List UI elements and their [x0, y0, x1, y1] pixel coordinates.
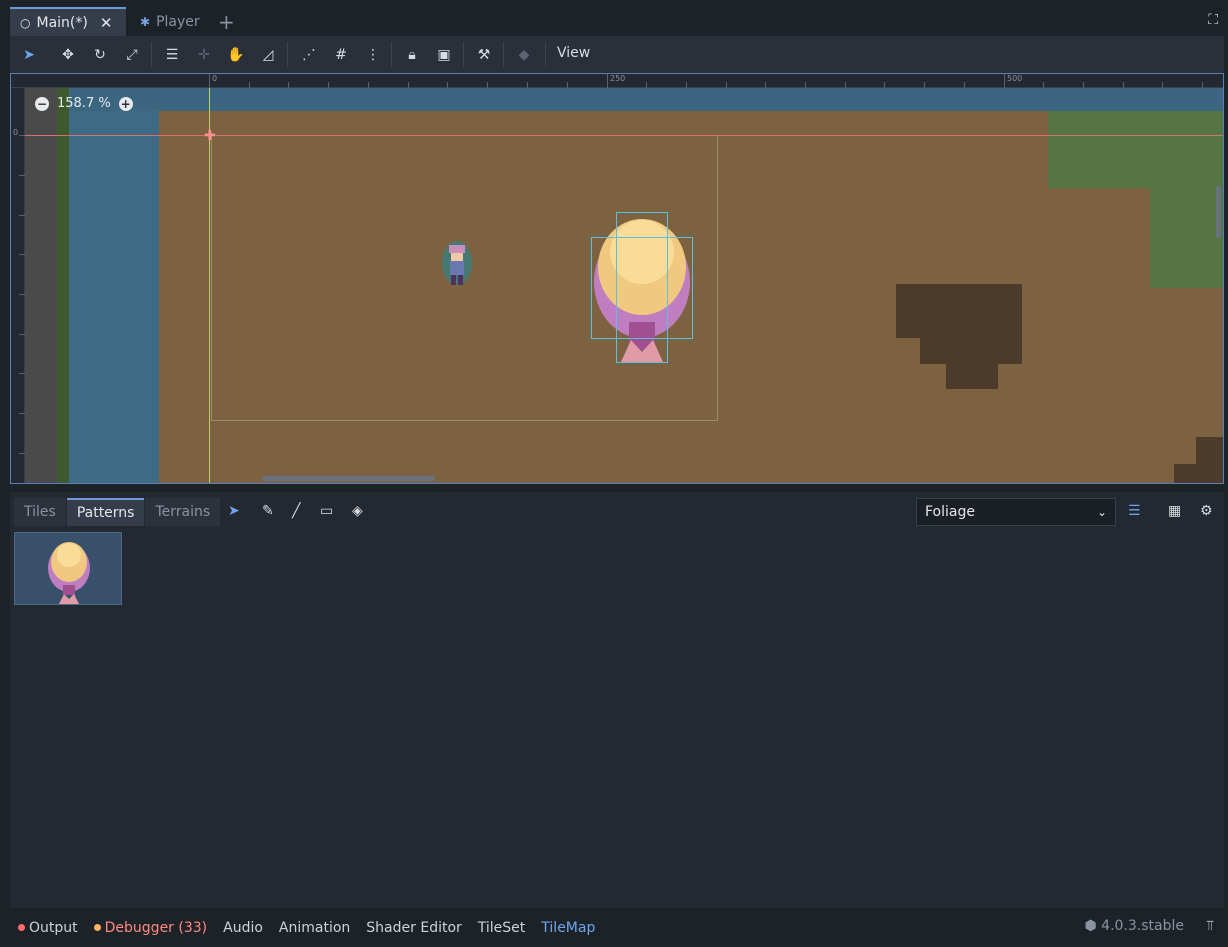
node-character-icon: ✱ [140, 14, 151, 29]
tilemap-tab[interactable]: TileMap [541, 920, 595, 936]
layer-select[interactable]: Foliage ⌄ [916, 498, 1116, 526]
more-icon[interactable]: ⋮ [362, 45, 384, 65]
tab-main[interactable]: ○ Main(*) ✕ [10, 7, 126, 36]
tile-outline [591, 237, 693, 339]
lock-icon[interactable]: 🔒︎ [401, 45, 423, 65]
add-tab-icon[interactable]: + [218, 10, 235, 34]
paint-tool-icon[interactable]: ✎ [262, 503, 274, 519]
pattern-tree-thumbnail [48, 542, 90, 604]
godot-icon: ⬢ [1084, 918, 1102, 934]
line-tool-icon[interactable]: ╱ [292, 503, 300, 519]
grass-tiles-lower [1150, 188, 1223, 288]
zoom-out-icon[interactable]: − [35, 96, 49, 111]
node-circle-icon: ○ [20, 15, 31, 30]
view-menu-button[interactable]: View [557, 45, 590, 61]
select-tool-icon[interactable]: ➤ [228, 503, 240, 519]
output-tab[interactable]: Output [18, 920, 78, 936]
error-dot-icon [18, 924, 25, 931]
move-icon[interactable]: ✥ [57, 45, 79, 65]
grass-tiles [1048, 111, 1223, 188]
fullscreen-icon[interactable]: ⛶ [1208, 12, 1218, 28]
warning-dot-icon [93, 924, 101, 931]
tab-player-label: Player [156, 13, 200, 30]
version-label: ⬢ 4.0.3.stable [1084, 918, 1184, 934]
tab-patterns[interactable]: Patterns [66, 498, 145, 526]
tab-player[interactable]: ✱ Player [130, 7, 230, 36]
bucket-tool-icon[interactable]: ◈ [352, 503, 363, 519]
animation-tab[interactable]: Animation [279, 920, 350, 936]
shader-editor-tab[interactable]: Shader Editor [366, 920, 461, 936]
close-icon[interactable]: ✕ [100, 14, 113, 32]
tileset-tab[interactable]: TileSet [478, 920, 526, 936]
scene-tab-bar: ○ Main(*) ✕ ✱ Player + ⛶ [0, 0, 1228, 36]
pivot-icon[interactable]: ✛ [193, 45, 215, 65]
list-select-icon[interactable]: ☰ [161, 45, 183, 65]
horizontal-scrollbar[interactable] [262, 476, 435, 481]
rotate-icon[interactable]: ↻ [89, 45, 111, 65]
bone-icon[interactable]: ⚒ [473, 45, 495, 65]
left-ruler: 0 [11, 88, 25, 483]
rect-tool-icon[interactable]: ▭ [320, 503, 333, 519]
tab-main-label: Main(*) [36, 14, 88, 31]
ruler-icon[interactable]: ◿ [257, 45, 279, 65]
bottom-status-bar: Output Debugger (33) Audio Animation Sha… [10, 908, 1224, 947]
chevron-down-icon: ⌄ [1096, 505, 1107, 519]
tools-icon[interactable]: ⚙ [1200, 503, 1213, 519]
player-sprite[interactable] [441, 237, 473, 289]
camera-override-icon[interactable]: ◆ [513, 45, 535, 65]
scale-icon[interactable]: ⤢ [121, 45, 143, 65]
group-icon[interactable]: ▣ [433, 45, 455, 65]
tilemap-tabs: Tiles Patterns Terrains [14, 498, 221, 526]
top-ruler: 0 250 500 [11, 74, 1223, 88]
pit-tiles-corner [1196, 437, 1223, 483]
debugger-tab[interactable]: Debugger (33) [93, 920, 207, 936]
grid-icon[interactable]: ▦ [1168, 503, 1181, 519]
grid-snap-icon[interactable]: # [330, 45, 352, 65]
pin-panel-icon[interactable]: ⫪ [1206, 918, 1214, 934]
pattern-item[interactable] [14, 532, 122, 605]
zoom-level[interactable]: 158.7 % [57, 96, 111, 111]
audio-tab[interactable]: Audio [223, 920, 263, 936]
tab-terrains[interactable]: Terrains [145, 498, 221, 526]
layer-list-icon[interactable]: ☰ [1128, 503, 1141, 519]
tilemap-panel: Tiles Patterns Terrains ➤ ✎ ╱ ▭ ◈ Foliag… [10, 492, 1224, 908]
origin-marker-icon: ✚ [204, 128, 216, 144]
pit-tiles [896, 284, 1022, 338]
zoom-in-icon[interactable]: + [118, 96, 133, 111]
canvas-toolbar: ➤ ✥ ↻ ⤢ ☰ ✛ ✋ ◿ ⋰ # ⋮ 🔒︎ ▣ ⚒ ◆ View [10, 36, 1224, 73]
canvas-viewport[interactable]: ✚ 0 250 500 0 − 158.7 % + [10, 73, 1224, 484]
grass-edge [57, 88, 69, 483]
layer-select-value: Foliage [925, 504, 975, 520]
smart-snap-icon[interactable]: ⋰ [298, 45, 320, 65]
pan-icon[interactable]: ✋ [225, 45, 247, 65]
vertical-scrollbar[interactable] [1216, 186, 1221, 238]
water-top-tiles [69, 88, 1223, 111]
zoom-controls: − 158.7 % + [35, 96, 133, 111]
vertical-axis [209, 88, 210, 483]
select-icon[interactable]: ➤ [18, 45, 40, 65]
tab-tiles[interactable]: Tiles [14, 498, 66, 526]
empty-area [25, 88, 57, 483]
